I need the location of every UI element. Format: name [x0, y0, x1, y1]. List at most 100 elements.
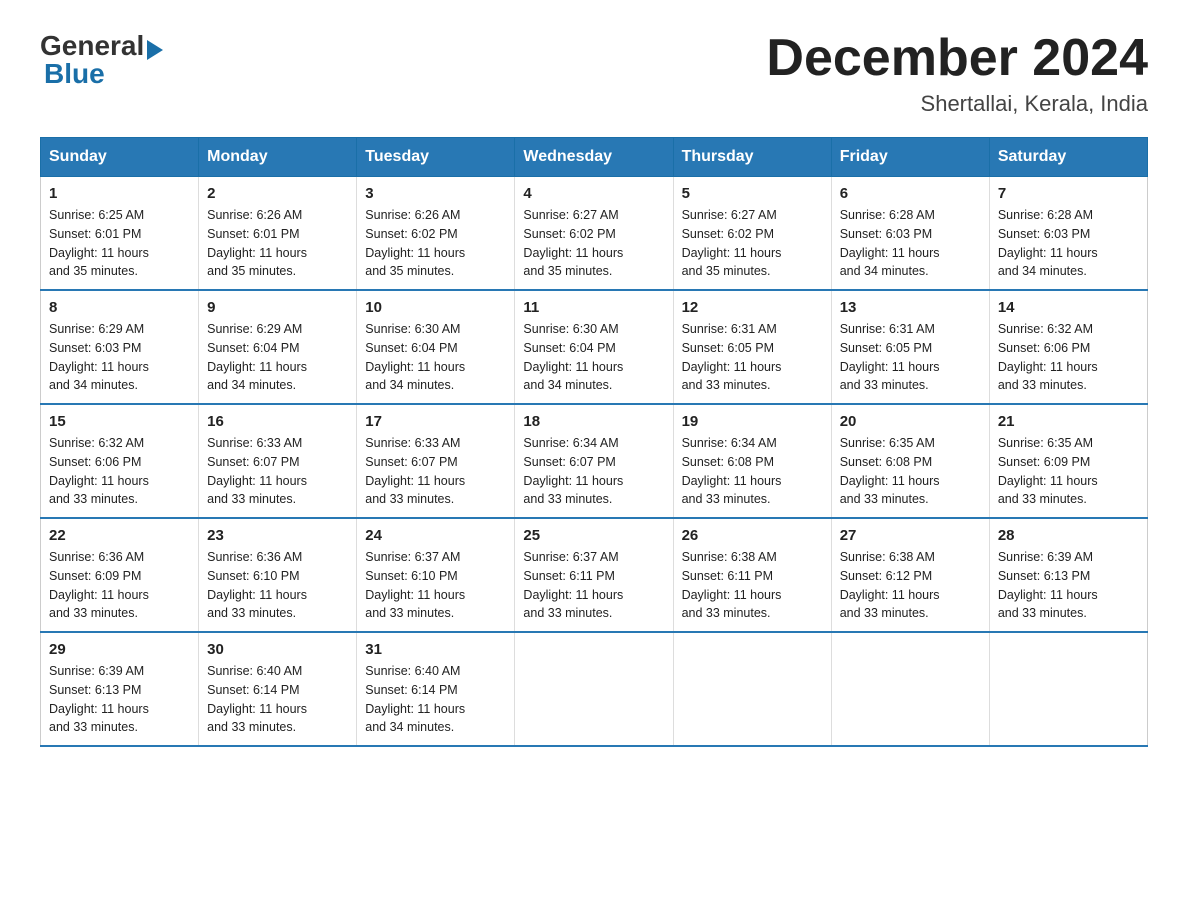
calendar-cell: 29 Sunrise: 6:39 AMSunset: 6:13 PMDayligh…: [41, 632, 199, 746]
calendar-cell: [673, 632, 831, 746]
calendar-cell: 4 Sunrise: 6:27 AMSunset: 6:02 PMDaylight…: [515, 177, 673, 291]
calendar-cell: 12Sunrise: 6:31 AMSunset: 6:05 PMDayligh…: [673, 290, 831, 404]
calendar-week-row: 22 Sunrise: 6:36 AMSunset: 6:09 PMDayligh…: [41, 518, 1148, 632]
column-header-saturday: Saturday: [989, 138, 1147, 177]
day-number: 26: [682, 527, 823, 544]
calendar-cell: 25Sunrise: 6:37 AMSunset: 6:11 PMDayligh…: [515, 518, 673, 632]
day-number: 23: [207, 527, 348, 544]
column-header-monday: Monday: [199, 138, 357, 177]
logo-arrow-icon: [147, 40, 163, 60]
calendar-cell: 10 Sunrise: 6:30 AMSunset: 6:04 PMDayligh…: [357, 290, 515, 404]
day-info: Sunrise: 6:26 AMSunset: 6:02 PMDaylight:…: [365, 206, 506, 281]
day-number: 25: [523, 527, 664, 544]
column-header-tuesday: Tuesday: [357, 138, 515, 177]
column-header-thursday: Thursday: [673, 138, 831, 177]
calendar-cell: 26 Sunrise: 6:38 AMSunset: 6:11 PMDayligh…: [673, 518, 831, 632]
calendar-cell: 31Sunrise: 6:40 AMSunset: 6:14 PMDayligh…: [357, 632, 515, 746]
day-info: Sunrise: 6:26 AMSunset: 6:01 PMDaylight:…: [207, 206, 348, 281]
day-number: 30: [207, 641, 348, 658]
day-info: Sunrise: 6:36 AMSunset: 6:09 PMDaylight:…: [49, 548, 190, 623]
calendar-cell: 22 Sunrise: 6:36 AMSunset: 6:09 PMDayligh…: [41, 518, 199, 632]
day-info: Sunrise: 6:32 AMSunset: 6:06 PMDaylight:…: [49, 434, 190, 509]
day-info: Sunrise: 6:33 AMSunset: 6:07 PMDaylight:…: [365, 434, 506, 509]
day-info: Sunrise: 6:38 AMSunset: 6:12 PMDaylight:…: [840, 548, 981, 623]
calendar-cell: 14Sunrise: 6:32 AMSunset: 6:06 PMDayligh…: [989, 290, 1147, 404]
day-number: 3: [365, 185, 506, 202]
day-number: 28: [998, 527, 1139, 544]
main-title: December 2024: [766, 30, 1148, 87]
day-info: Sunrise: 6:27 AMSunset: 6:02 PMDaylight:…: [523, 206, 664, 281]
day-info: Sunrise: 6:29 AMSunset: 6:04 PMDaylight:…: [207, 320, 348, 395]
calendar-table: SundayMondayTuesdayWednesdayThursdayFrid…: [40, 137, 1148, 747]
day-number: 6: [840, 185, 981, 202]
column-header-sunday: Sunday: [41, 138, 199, 177]
day-number: 20: [840, 413, 981, 430]
calendar-week-row: 15 Sunrise: 6:32 AMSunset: 6:06 PMDayligh…: [41, 404, 1148, 518]
day-number: 1: [49, 185, 190, 202]
day-number: 2: [207, 185, 348, 202]
calendar-cell: 17 Sunrise: 6:33 AMSunset: 6:07 PMDayligh…: [357, 404, 515, 518]
calendar-cell: 24 Sunrise: 6:37 AMSunset: 6:10 PMDayligh…: [357, 518, 515, 632]
day-info: Sunrise: 6:27 AMSunset: 6:02 PMDaylight:…: [682, 206, 823, 281]
day-info: Sunrise: 6:31 AMSunset: 6:05 PMDaylight:…: [682, 320, 823, 395]
day-number: 8: [49, 299, 190, 316]
day-info: Sunrise: 6:28 AMSunset: 6:03 PMDaylight:…: [998, 206, 1139, 281]
calendar-cell: 20 Sunrise: 6:35 AMSunset: 6:08 PMDayligh…: [831, 404, 989, 518]
calendar-cell: 15 Sunrise: 6:32 AMSunset: 6:06 PMDayligh…: [41, 404, 199, 518]
calendar-cell: [515, 632, 673, 746]
calendar-cell: [831, 632, 989, 746]
day-info: Sunrise: 6:40 AMSunset: 6:14 PMDaylight:…: [207, 662, 348, 737]
calendar-cell: 7 Sunrise: 6:28 AMSunset: 6:03 PMDaylight…: [989, 177, 1147, 291]
day-number: 18: [523, 413, 664, 430]
calendar-cell: 19Sunrise: 6:34 AMSunset: 6:08 PMDayligh…: [673, 404, 831, 518]
day-info: Sunrise: 6:35 AMSunset: 6:08 PMDaylight:…: [840, 434, 981, 509]
day-number: 13: [840, 299, 981, 316]
day-info: Sunrise: 6:38 AMSunset: 6:11 PMDaylight:…: [682, 548, 823, 623]
day-info: Sunrise: 6:39 AMSunset: 6:13 PMDaylight:…: [998, 548, 1139, 623]
day-info: Sunrise: 6:30 AMSunset: 6:04 PMDaylight:…: [365, 320, 506, 395]
day-info: Sunrise: 6:34 AMSunset: 6:08 PMDaylight:…: [682, 434, 823, 509]
day-number: 14: [998, 299, 1139, 316]
day-number: 17: [365, 413, 506, 430]
calendar-cell: 6 Sunrise: 6:28 AMSunset: 6:03 PMDaylight…: [831, 177, 989, 291]
day-info: Sunrise: 6:39 AMSunset: 6:13 PMDaylight:…: [49, 662, 190, 737]
calendar-cell: 1 Sunrise: 6:25 AMSunset: 6:01 PMDaylight…: [41, 177, 199, 291]
day-number: 7: [998, 185, 1139, 202]
day-number: 11: [523, 299, 664, 316]
day-info: Sunrise: 6:36 AMSunset: 6:10 PMDaylight:…: [207, 548, 348, 623]
day-number: 29: [49, 641, 190, 658]
day-number: 15: [49, 413, 190, 430]
subtitle: Shertallai, Kerala, India: [766, 91, 1148, 117]
day-info: Sunrise: 6:31 AMSunset: 6:05 PMDaylight:…: [840, 320, 981, 395]
day-info: Sunrise: 6:28 AMSunset: 6:03 PMDaylight:…: [840, 206, 981, 281]
day-number: 22: [49, 527, 190, 544]
day-number: 10: [365, 299, 506, 316]
day-info: Sunrise: 6:34 AMSunset: 6:07 PMDaylight:…: [523, 434, 664, 509]
calendar-cell: 28 Sunrise: 6:39 AMSunset: 6:13 PMDayligh…: [989, 518, 1147, 632]
calendar-week-row: 1 Sunrise: 6:25 AMSunset: 6:01 PMDaylight…: [41, 177, 1148, 291]
calendar-header-row: SundayMondayTuesdayWednesdayThursdayFrid…: [41, 138, 1148, 177]
column-header-wednesday: Wednesday: [515, 138, 673, 177]
calendar-week-row: 8 Sunrise: 6:29 AMSunset: 6:03 PMDaylight…: [41, 290, 1148, 404]
calendar-cell: 8 Sunrise: 6:29 AMSunset: 6:03 PMDaylight…: [41, 290, 199, 404]
calendar-cell: 9Sunrise: 6:29 AMSunset: 6:04 PMDaylight…: [199, 290, 357, 404]
calendar-cell: 5Sunrise: 6:27 AMSunset: 6:02 PMDaylight…: [673, 177, 831, 291]
day-number: 24: [365, 527, 506, 544]
day-info: Sunrise: 6:25 AMSunset: 6:01 PMDaylight:…: [49, 206, 190, 281]
day-info: Sunrise: 6:29 AMSunset: 6:03 PMDaylight:…: [49, 320, 190, 395]
day-number: 16: [207, 413, 348, 430]
logo-blue-text: Blue: [44, 58, 163, 90]
day-info: Sunrise: 6:37 AMSunset: 6:10 PMDaylight:…: [365, 548, 506, 623]
calendar-cell: 21 Sunrise: 6:35 AMSunset: 6:09 PMDayligh…: [989, 404, 1147, 518]
calendar-cell: 13 Sunrise: 6:31 AMSunset: 6:05 PMDayligh…: [831, 290, 989, 404]
calendar-cell: 2 Sunrise: 6:26 AMSunset: 6:01 PMDaylight…: [199, 177, 357, 291]
day-number: 4: [523, 185, 664, 202]
day-number: 21: [998, 413, 1139, 430]
calendar-cell: 11Sunrise: 6:30 AMSunset: 6:04 PMDayligh…: [515, 290, 673, 404]
column-header-friday: Friday: [831, 138, 989, 177]
calendar-cell: 30 Sunrise: 6:40 AMSunset: 6:14 PMDayligh…: [199, 632, 357, 746]
day-number: 31: [365, 641, 506, 658]
calendar-cell: 16Sunrise: 6:33 AMSunset: 6:07 PMDayligh…: [199, 404, 357, 518]
calendar-cell: 23 Sunrise: 6:36 AMSunset: 6:10 PMDayligh…: [199, 518, 357, 632]
day-info: Sunrise: 6:35 AMSunset: 6:09 PMDaylight:…: [998, 434, 1139, 509]
